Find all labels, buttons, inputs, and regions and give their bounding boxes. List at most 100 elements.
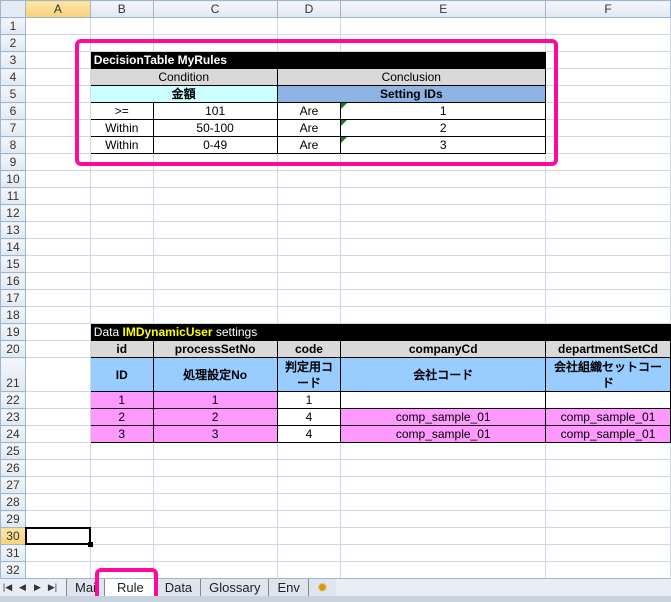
cell[interactable] <box>276 170 342 188</box>
decision-table-title[interactable]: DecisionTable MyRules <box>89 51 547 69</box>
rule-operator[interactable]: Within <box>89 119 154 137</box>
data-label-1[interactable]: 処理設定No <box>152 357 278 392</box>
column-header-f[interactable]: F <box>545 0 671 18</box>
cell[interactable] <box>545 255 671 273</box>
cell[interactable] <box>89 459 154 477</box>
cell[interactable] <box>24 255 91 273</box>
cell[interactable] <box>545 221 671 239</box>
row-header-3[interactable]: 3 <box>0 51 26 69</box>
cell[interactable] <box>276 153 342 171</box>
cell[interactable] <box>152 272 278 290</box>
data-cell-departmentSetCd[interactable]: comp_sample_01 <box>545 408 671 426</box>
cell[interactable] <box>276 544 342 562</box>
sheet-tab-main[interactable]: Mai <box>66 579 104 596</box>
cell[interactable] <box>276 204 342 222</box>
data-cell-processSetNo[interactable]: 1 <box>152 391 278 409</box>
cell[interactable] <box>340 238 547 256</box>
data-label-3[interactable]: 会社コード <box>340 357 547 392</box>
cell[interactable] <box>24 153 91 171</box>
cell[interactable] <box>340 442 547 460</box>
cell[interactable] <box>24 221 91 239</box>
cell[interactable] <box>545 170 671 188</box>
cell[interactable] <box>340 289 547 307</box>
cell[interactable] <box>545 561 671 579</box>
cell[interactable] <box>545 510 671 528</box>
data-table-title[interactable]: Data IMDynamicUser settings <box>89 323 671 341</box>
cell[interactable] <box>152 289 278 307</box>
cell[interactable] <box>340 221 547 239</box>
row-header-9[interactable]: 9 <box>0 153 26 171</box>
cell[interactable] <box>340 459 547 477</box>
cell[interactable] <box>89 561 154 579</box>
cell[interactable] <box>89 510 154 528</box>
cell[interactable] <box>545 272 671 290</box>
cell[interactable] <box>340 17 547 35</box>
cell[interactable] <box>545 68 671 86</box>
rule-conclusion-operator[interactable]: Are <box>276 102 342 120</box>
data-header-0[interactable]: id <box>89 340 154 358</box>
row-header-4[interactable]: 4 <box>0 68 26 86</box>
cell[interactable] <box>24 68 91 86</box>
row-header-23[interactable]: 23 <box>0 408 26 426</box>
cell[interactable] <box>340 510 547 528</box>
row-header-30[interactable]: 30 <box>0 527 26 545</box>
row-header-18[interactable]: 18 <box>0 306 26 324</box>
cell[interactable] <box>152 204 278 222</box>
cell[interactable] <box>89 442 154 460</box>
cell[interactable] <box>545 136 671 154</box>
conclusion-header[interactable]: Conclusion <box>276 68 547 86</box>
data-cell-processSetNo[interactable]: 3 <box>152 425 278 443</box>
data-label-0[interactable]: ID <box>89 357 154 392</box>
cell[interactable] <box>24 204 91 222</box>
cell[interactable] <box>89 306 154 324</box>
column-header-c[interactable]: C <box>152 0 278 18</box>
data-label-2[interactable]: 判定用コード <box>276 357 342 392</box>
cell[interactable] <box>276 255 342 273</box>
row-header-5[interactable]: 5 <box>0 85 26 103</box>
rule-conclusion-operator[interactable]: Are <box>276 119 342 137</box>
sheet-tab-rule[interactable]: Rule <box>103 579 156 596</box>
cell[interactable] <box>89 493 154 511</box>
cell[interactable] <box>24 425 91 443</box>
row-header-21[interactable]: 21 <box>0 357 26 392</box>
cell[interactable] <box>89 17 154 35</box>
row-header-26[interactable]: 26 <box>0 459 26 477</box>
rule-value[interactable]: 101 <box>152 102 278 120</box>
cell[interactable] <box>152 527 278 545</box>
row-header-25[interactable]: 25 <box>0 442 26 460</box>
cell[interactable] <box>340 493 547 511</box>
cell[interactable] <box>24 272 91 290</box>
cell[interactable] <box>276 527 342 545</box>
cell[interactable] <box>24 544 91 562</box>
cell[interactable] <box>545 527 671 545</box>
row-header-31[interactable]: 31 <box>0 544 26 562</box>
conclusion-field[interactable]: Setting IDs <box>276 85 547 103</box>
row-header-20[interactable]: 20 <box>0 340 26 358</box>
cell[interactable] <box>340 187 547 205</box>
cell[interactable] <box>545 34 671 52</box>
cell[interactable] <box>152 187 278 205</box>
cell[interactable] <box>24 459 91 477</box>
cell[interactable] <box>276 510 342 528</box>
cell[interactable] <box>545 119 671 137</box>
prev-sheet-icon[interactable]: ◀ <box>15 582 30 593</box>
cell[interactable] <box>24 34 91 52</box>
cell[interactable] <box>340 306 547 324</box>
rule-value[interactable]: 0-49 <box>152 136 278 154</box>
cell[interactable] <box>545 442 671 460</box>
rule-result[interactable]: 2 <box>340 119 547 137</box>
cell[interactable] <box>340 544 547 562</box>
cell[interactable] <box>24 85 91 103</box>
cell[interactable] <box>24 442 91 460</box>
condition-field[interactable]: 金額 <box>89 85 278 103</box>
cell[interactable] <box>276 493 342 511</box>
first-sheet-icon[interactable]: |◀ <box>0 582 15 593</box>
data-cell-code[interactable]: 4 <box>276 425 342 443</box>
cell[interactable] <box>545 85 671 103</box>
data-cell-code[interactable]: 4 <box>276 408 342 426</box>
cell[interactable] <box>276 442 342 460</box>
cell[interactable] <box>276 238 342 256</box>
cell[interactable] <box>152 17 278 35</box>
column-header-e[interactable]: E <box>340 0 547 18</box>
cell[interactable] <box>276 17 342 35</box>
